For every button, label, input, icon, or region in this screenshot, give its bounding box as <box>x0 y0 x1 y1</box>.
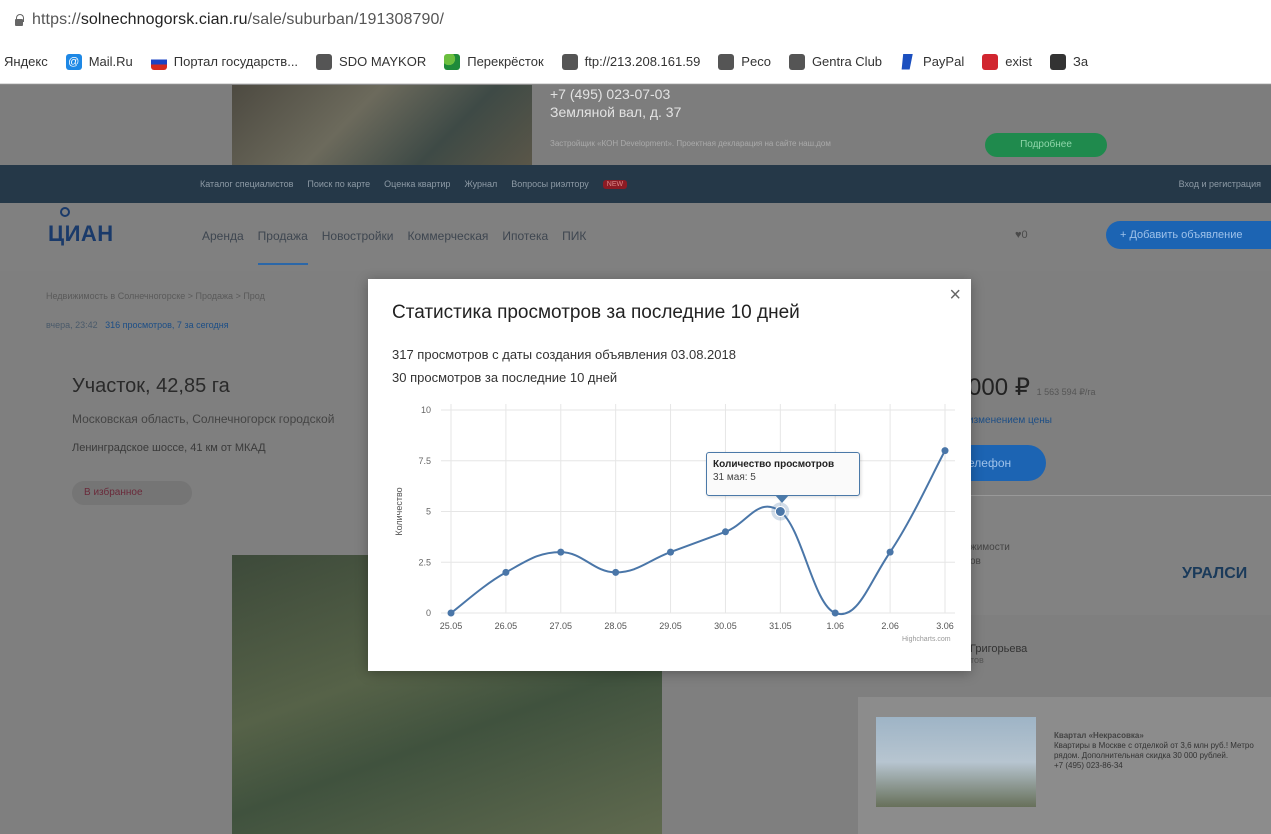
data-point <box>667 548 675 556</box>
globe-icon <box>561 53 578 70</box>
topnav-estimate[interactable]: Оценка квартир <box>384 179 450 189</box>
menu-pik[interactable]: ПИК <box>562 229 586 265</box>
topnav-journal[interactable]: Журнал <box>464 179 497 189</box>
agent-name: Григорьева тов <box>970 643 1028 665</box>
cian-logo[interactable]: ЦИАН <box>48 207 114 247</box>
close-icon[interactable]: × <box>949 285 961 305</box>
horse-icon <box>1049 53 1066 70</box>
x-tick-label: 27.05 <box>550 621 573 631</box>
leaf-icon <box>444 53 461 70</box>
pin-icon <box>60 207 70 217</box>
views-line-chart[interactable]: 0 2.5 5 7.5 10 25.05 26.05 27.05 28.05 29.05 30.05… <box>368 394 971 649</box>
modal-title: Статистика просмотров за последние 10 дн… <box>392 302 800 323</box>
views-stats-modal: × Статистика просмотров за последние 10 … <box>368 279 971 671</box>
globe-icon <box>718 53 735 70</box>
x-tick-label: 25.05 <box>440 621 463 631</box>
data-point-highlighted <box>774 506 786 517</box>
developer-logo[interactable]: УРАЛСИ <box>1182 565 1247 583</box>
views-link[interactable]: 316 просмотров, 7 за сегодня <box>105 320 228 330</box>
price-change-link[interactable]: изменением цены <box>968 415 1052 426</box>
login-link[interactable]: Вход и регистрация <box>1179 179 1261 189</box>
banner-more-button[interactable]: Подробнее <box>985 133 1107 157</box>
x-tick-label: 26.05 <box>495 621 518 631</box>
topnav-questions[interactable]: Вопросы риэлтору <box>511 179 588 189</box>
url-text[interactable]: https://solnechnogorsk.cian.ru/sale/subu… <box>32 11 444 29</box>
breadcrumb[interactable]: Недвижимость в Солнечногорске > Продажа … <box>46 291 265 301</box>
bookmark-mailru[interactable]: @ Mail.Ru <box>65 53 133 70</box>
main-nav: ЦИАН Аренда Продажа Новостройки Коммерче… <box>0 203 1271 271</box>
address-bar[interactable]: https://solnechnogorsk.cian.ru/sale/subu… <box>0 0 1271 40</box>
chart-credit[interactable]: Highcharts.com <box>902 636 951 643</box>
bookmark-gentra[interactable]: Gentra Club <box>788 53 882 70</box>
y-tick-label: 5 <box>426 507 431 517</box>
listing-highway: Ленинградское шоссе, 41 км от МКАД <box>72 442 266 454</box>
topnav-map[interactable]: Поиск по карте <box>307 179 370 189</box>
y-tick-label: 7.5 <box>418 456 431 466</box>
data-point <box>941 447 949 455</box>
x-tick-label: 28.05 <box>604 621 627 631</box>
listing-date: вчера, 23:42 316 просмотров, 7 за сегодн… <box>46 320 229 330</box>
side-ad[interactable]: Квартал «Некрасовка» Квартиры в Москве с … <box>858 697 1271 834</box>
listing-title: Участок, 42,85 га <box>72 375 230 397</box>
data-point <box>612 568 620 576</box>
data-point <box>502 568 510 576</box>
x-tick-label: 31.05 <box>769 621 792 631</box>
bookmark-gosuslugi[interactable]: Портал государств... <box>150 53 298 70</box>
x-tick-label: 2.06 <box>881 621 899 631</box>
y-tick-label: 0 <box>426 608 431 618</box>
bookmarks-bar: Яндекс @ Mail.Ru Портал государств... SDO… <box>0 40 1271 84</box>
bookmark-paypal[interactable]: PayPal <box>900 53 964 70</box>
menu-mortgage[interactable]: Ипотека <box>502 229 548 265</box>
exist-icon <box>982 53 999 70</box>
flag-icon <box>150 53 167 70</box>
favorites-counter[interactable]: ♥0 <box>1015 229 1028 241</box>
data-point <box>721 528 729 536</box>
bookmark-peco[interactable]: Peco <box>718 53 771 70</box>
menu-commercial[interactable]: Коммерческая <box>408 229 489 265</box>
x-tick-label: 30.05 <box>714 621 737 631</box>
y-tick-label: 2.5 <box>418 557 431 567</box>
paypal-icon <box>901 53 913 70</box>
listing-region: Московская область, Солнечногорск городс… <box>72 412 335 426</box>
add-to-favorites-button[interactable]: В избранное <box>72 481 192 505</box>
menu-sale[interactable]: Продажа <box>257 229 308 265</box>
recent-views-text: 30 просмотров за последние 10 дней <box>392 370 618 385</box>
bookmark-ftp[interactable]: ftp://213.208.161.59 <box>561 53 700 70</box>
total-views-text: 317 просмотров с даты создания объявлени… <box>392 347 736 362</box>
new-badge: NEW <box>602 179 628 189</box>
bookmark-more[interactable]: За <box>1049 53 1088 70</box>
show-phone-button[interactable]: елефон <box>968 445 1046 481</box>
globe-icon <box>788 53 805 70</box>
x-tick-label: 29.05 <box>659 621 682 631</box>
mail-icon: @ <box>65 53 82 70</box>
listing-price: 000 ₽ 1 563 594 ₽/га <box>968 374 1096 401</box>
y-tick-label: 10 <box>421 405 431 415</box>
ad-image <box>876 717 1036 807</box>
x-tick-label: 1.06 <box>826 621 844 631</box>
add-listing-button[interactable]: + Добавить объявление <box>1106 221 1271 249</box>
menu-newbuild[interactable]: Новостройки <box>322 229 394 265</box>
bookmark-perekrestok[interactable]: Перекрёсток <box>444 53 544 70</box>
data-point <box>557 548 565 556</box>
lock-icon <box>14 14 24 26</box>
x-tick-label: 3.06 <box>936 621 954 631</box>
ad-banner: +7 (495) 023-07-03 Земляной вал, д. 37 За… <box>0 85 1271 165</box>
chart-tooltip: Количество просмотров 31 мая: 5 <box>706 452 860 503</box>
banner-photo <box>232 85 532 165</box>
menu-rent[interactable]: Аренда <box>202 229 244 265</box>
data-point <box>447 609 455 617</box>
bookmark-yandex[interactable]: Яндекс <box>4 54 48 69</box>
top-nav: Каталог специалистов Поиск по карте Оцен… <box>0 165 1271 203</box>
y-axis-title: Количество <box>394 487 404 535</box>
bookmark-sdo[interactable]: SDO MAYKOR <box>316 53 426 70</box>
topnav-catalog[interactable]: Каталог специалистов <box>200 179 293 189</box>
bookmark-exist[interactable]: exist <box>982 53 1032 70</box>
globe-icon <box>316 53 333 70</box>
data-point <box>886 548 894 556</box>
data-point <box>831 609 839 617</box>
series-line <box>450 450 946 616</box>
